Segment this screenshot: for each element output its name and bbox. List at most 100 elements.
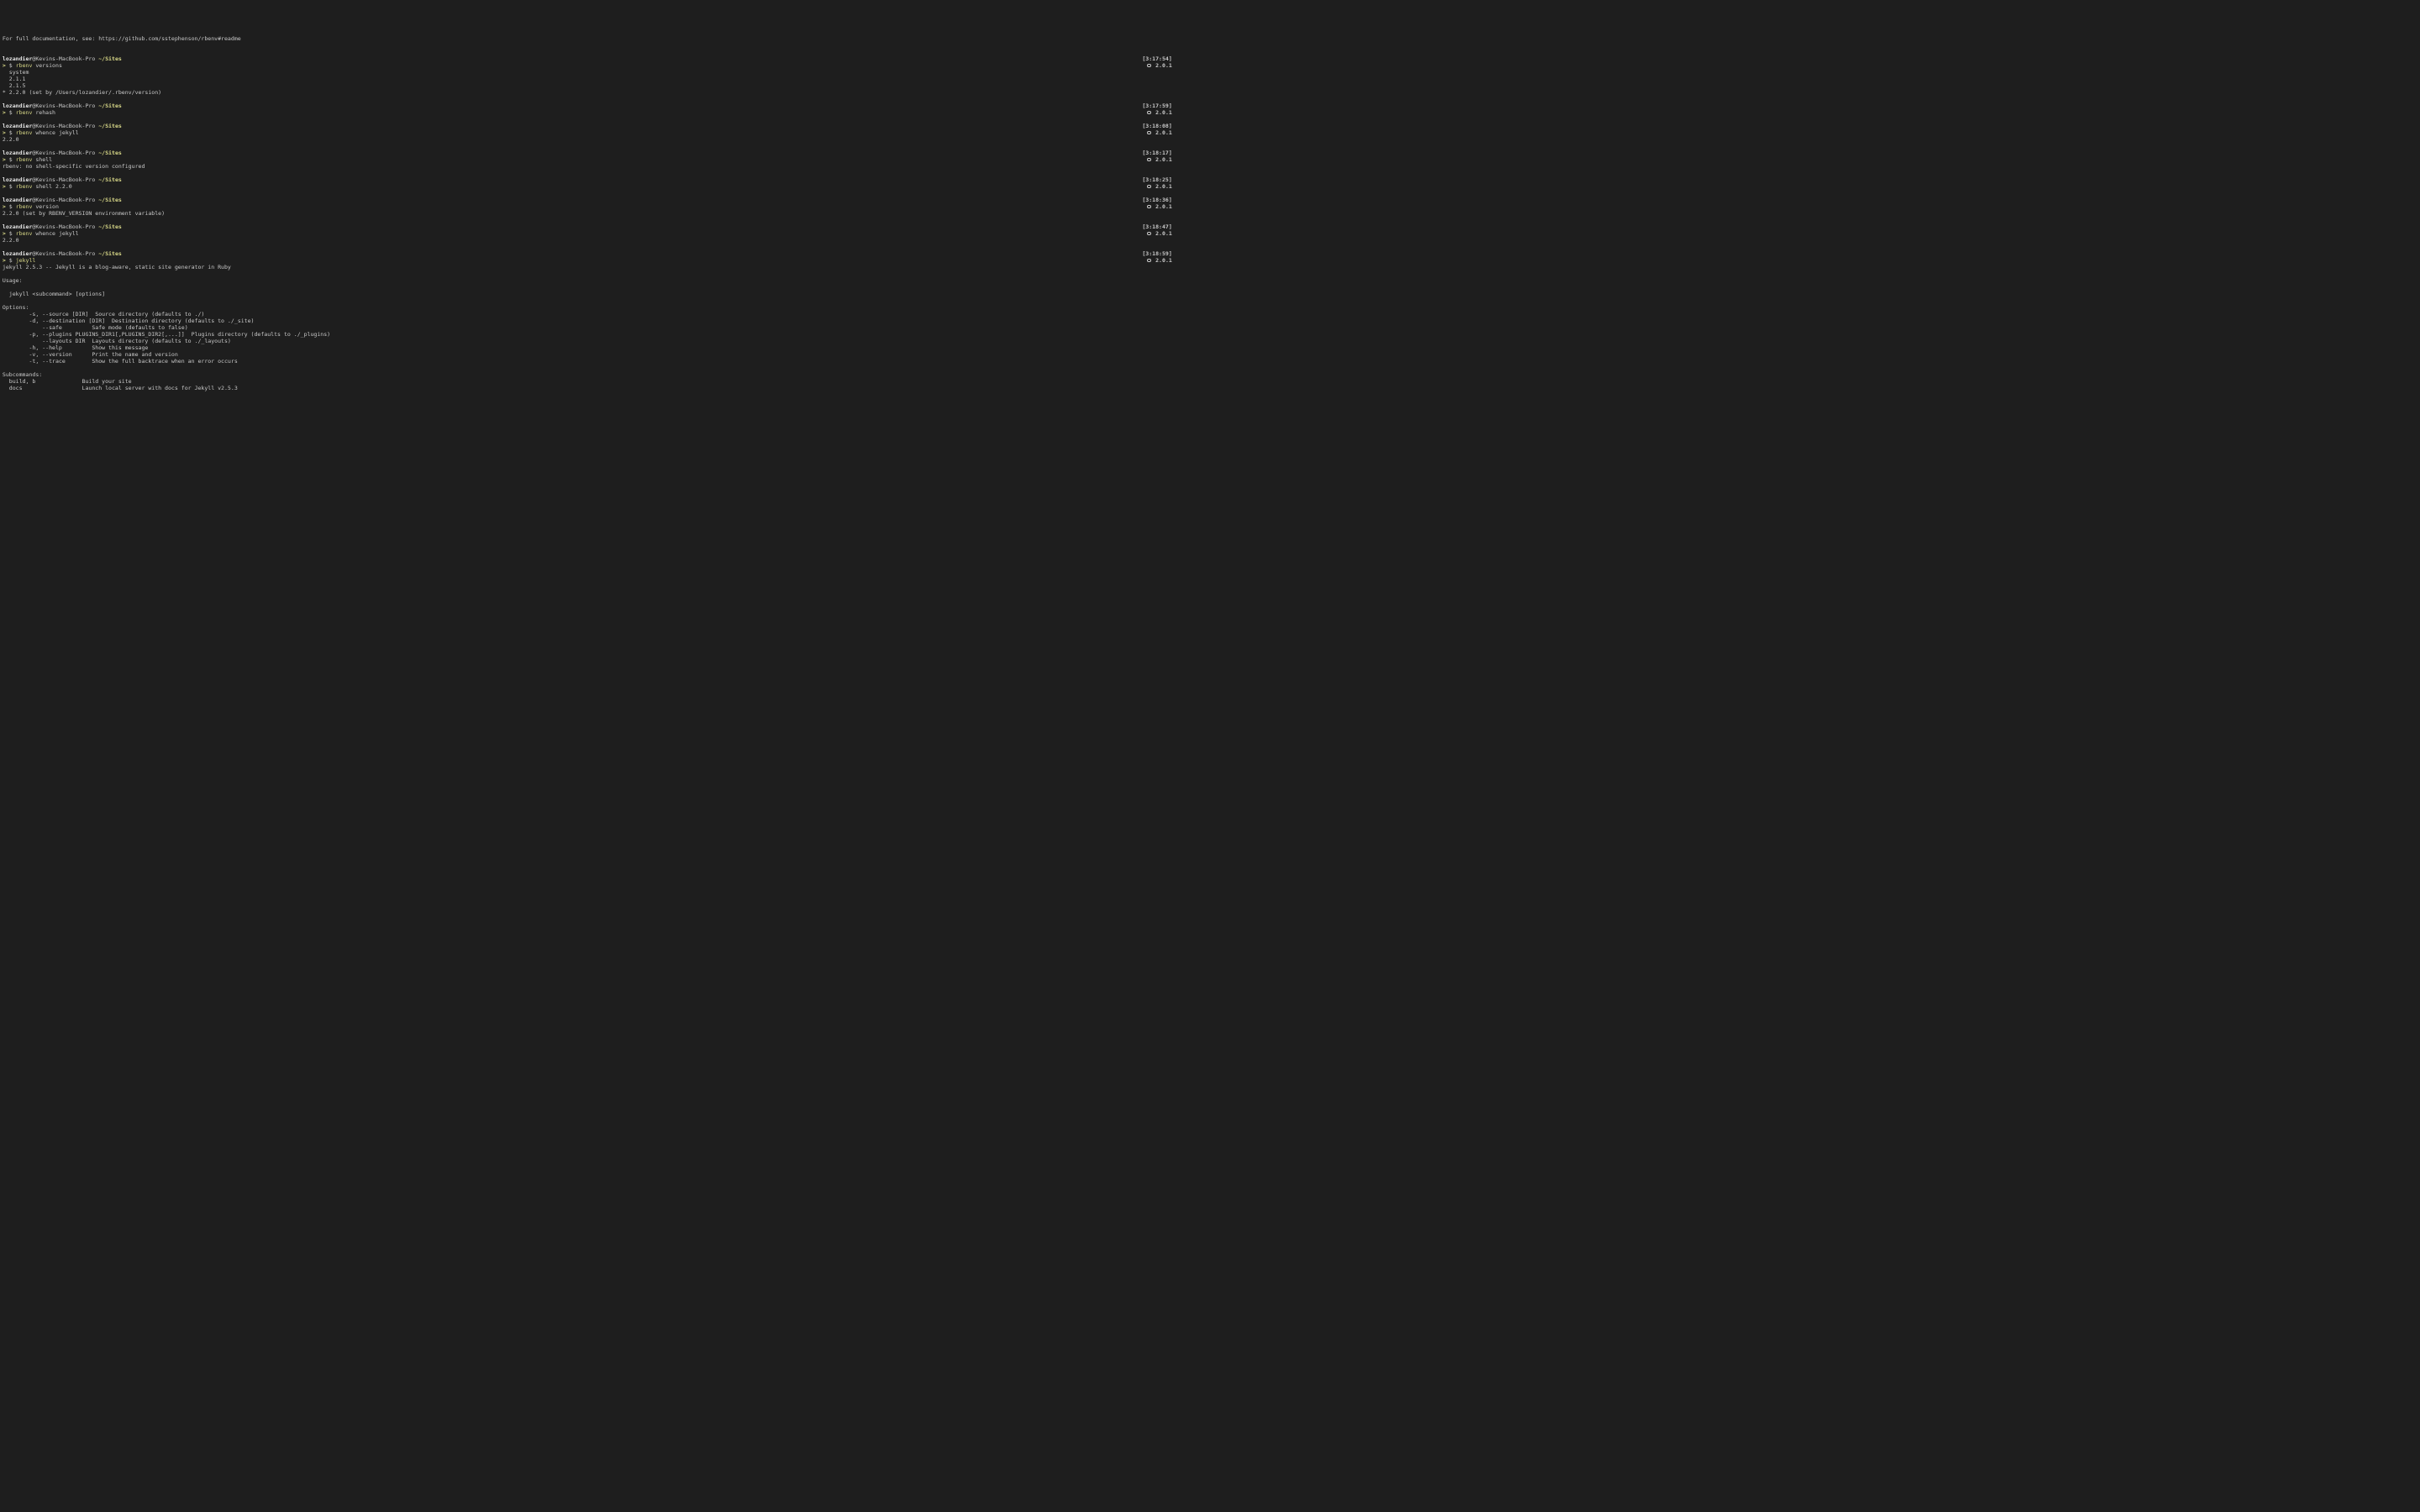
prompt-path: ~/Sites xyxy=(98,55,122,62)
prompt-line: lozandier@Kevins-MacBook-Pro ~/Sites[3:1… xyxy=(3,176,1174,183)
prompt-user: lozandier xyxy=(3,250,32,257)
prompt-host: Kevins-MacBook-Pro xyxy=(35,197,98,203)
ruby-version-indicator: 2.0.1 xyxy=(1147,156,1174,163)
prompt-dollar: $ xyxy=(9,183,16,190)
command-output: jekyll 2.5.3 -- Jekyll is a blog-aware, … xyxy=(3,264,1174,391)
prompt-dollar: $ xyxy=(9,156,16,163)
prompt-user: lozandier xyxy=(3,223,32,230)
doc-reference-line: For full documentation, see: https://git… xyxy=(3,35,1174,42)
command-args: whence jekyll xyxy=(32,230,78,237)
ruby-version-indicator: 2.0.1 xyxy=(1147,183,1174,190)
blank-line xyxy=(3,217,1174,223)
prompt-line: lozandier@Kevins-MacBook-Pro ~/Sites[3:1… xyxy=(3,123,1174,129)
command-left: > $ rbenv version xyxy=(3,203,1147,210)
prompt-host: Kevins-MacBook-Pro xyxy=(35,150,98,156)
ruby-version-text: 2.0.1 xyxy=(1152,203,1172,210)
ruby-badge-icon xyxy=(1147,111,1151,115)
prompt-line: lozandier@Kevins-MacBook-Pro ~/Sites[3:1… xyxy=(3,250,1174,257)
prompt-path: ~/Sites xyxy=(98,197,122,203)
ruby-badge-icon xyxy=(1147,205,1151,209)
command-name: rbenv xyxy=(16,62,33,69)
prompt-path: ~/Sites xyxy=(98,250,122,257)
command-args: rehash xyxy=(32,109,55,116)
prompt-user: lozandier xyxy=(3,55,32,62)
prompt-path: ~/Sites xyxy=(98,102,122,109)
command-left: > $ jekyll xyxy=(3,257,1147,264)
ruby-version-indicator: 2.0.1 xyxy=(1147,109,1174,116)
command-line[interactable]: > $ rbenv rehash 2.0.1 xyxy=(3,109,1174,116)
blank-line xyxy=(3,96,1174,102)
ruby-badge-icon xyxy=(1147,259,1151,263)
command-name: rbenv xyxy=(16,183,33,190)
ruby-version-indicator: 2.0.1 xyxy=(1147,62,1174,69)
prompt-path: ~/Sites xyxy=(98,176,122,183)
prompt-line: lozandier@Kevins-MacBook-Pro ~/Sites[3:1… xyxy=(3,223,1174,230)
prompt-arrow: > xyxy=(3,62,9,69)
prompt-host: Kevins-MacBook-Pro xyxy=(35,123,98,129)
command-line[interactable]: > $ rbenv version 2.0.1 xyxy=(3,203,1174,210)
prompt-user: lozandier xyxy=(3,176,32,183)
prompt-left: lozandier@Kevins-MacBook-Pro ~/Sites xyxy=(3,250,1142,257)
prompt-arrow: > xyxy=(3,230,9,237)
prompt-timestamp: [3:17:59] xyxy=(1142,102,1173,109)
ruby-badge-icon xyxy=(1147,131,1151,135)
blank-line xyxy=(3,143,1174,150)
ruby-badge-icon xyxy=(1147,232,1151,236)
prompt-arrow: > xyxy=(3,129,9,136)
prompt-user: lozandier xyxy=(3,102,32,109)
blank-line xyxy=(3,244,1174,250)
ruby-version-text: 2.0.1 xyxy=(1152,129,1172,136)
command-left: > $ rbenv versions xyxy=(3,62,1147,69)
command-args: shell 2.2.0 xyxy=(32,183,71,190)
prompt-dollar: $ xyxy=(9,62,16,69)
ruby-version-indicator: 2.0.1 xyxy=(1147,203,1174,210)
command-name: rbenv xyxy=(16,129,33,136)
prompt-host: Kevins-MacBook-Pro xyxy=(35,55,98,62)
command-left: > $ rbenv shell xyxy=(3,156,1147,163)
ruby-version-text: 2.0.1 xyxy=(1152,109,1172,116)
prompt-arrow: > xyxy=(3,257,9,264)
command-line[interactable]: > $ rbenv whence jekyll 2.0.1 xyxy=(3,129,1174,136)
prompt-path: ~/Sites xyxy=(98,223,122,230)
prompt-line: lozandier@Kevins-MacBook-Pro ~/Sites[3:1… xyxy=(3,150,1174,156)
prompt-user: lozandier xyxy=(3,150,32,156)
command-args: versions xyxy=(32,62,61,69)
command-line[interactable]: > $ jekyll 2.0.1 xyxy=(3,257,1174,264)
prompt-timestamp: [3:18:36] xyxy=(1142,197,1173,203)
prompt-arrow: > xyxy=(3,183,9,190)
command-line[interactable]: > $ rbenv versions 2.0.1 xyxy=(3,62,1174,69)
command-args: version xyxy=(32,203,59,210)
ruby-version-text: 2.0.1 xyxy=(1152,62,1172,69)
ruby-version-indicator: 2.0.1 xyxy=(1147,230,1174,237)
prompt-dollar: $ xyxy=(9,257,16,264)
command-args: whence jekyll xyxy=(32,129,78,136)
ruby-version-text: 2.0.1 xyxy=(1152,230,1172,237)
ruby-badge-icon xyxy=(1147,64,1151,68)
ruby-version-indicator: 2.0.1 xyxy=(1147,129,1174,136)
ruby-version-indicator: 2.0.1 xyxy=(1147,257,1174,264)
prompt-timestamp: [3:18:25] xyxy=(1142,176,1173,183)
command-line[interactable]: > $ rbenv shell 2.2.0 2.0.1 xyxy=(3,183,1174,190)
prompt-left: lozandier@Kevins-MacBook-Pro ~/Sites xyxy=(3,176,1142,183)
prompt-left: lozandier@Kevins-MacBook-Pro ~/Sites xyxy=(3,223,1142,230)
ruby-badge-icon xyxy=(1147,158,1151,162)
prompt-arrow: > xyxy=(3,109,9,116)
command-left: > $ rbenv whence jekyll xyxy=(3,230,1147,237)
command-output: system 2.1.1 2.1.5 * 2.2.0 (set by /User… xyxy=(3,69,1174,96)
prompt-arrow: > xyxy=(3,203,9,210)
ruby-badge-icon xyxy=(1147,185,1151,189)
prompt-left: lozandier@Kevins-MacBook-Pro ~/Sites xyxy=(3,123,1142,129)
prompt-host: Kevins-MacBook-Pro xyxy=(35,102,98,109)
prompt-host: Kevins-MacBook-Pro xyxy=(35,176,98,183)
blank-line xyxy=(3,49,1174,55)
prompt-timestamp: [3:18:59] xyxy=(1142,250,1173,257)
prompt-dollar: $ xyxy=(9,203,16,210)
command-name: jekyll xyxy=(16,257,36,264)
command-left: > $ rbenv whence jekyll xyxy=(3,129,1147,136)
command-line[interactable]: > $ rbenv whence jekyll 2.0.1 xyxy=(3,230,1174,237)
command-line[interactable]: > $ rbenv shell 2.0.1 xyxy=(3,156,1174,163)
command-name: rbenv xyxy=(16,230,33,237)
ruby-version-text: 2.0.1 xyxy=(1152,257,1172,264)
prompt-user: lozandier xyxy=(3,197,32,203)
prompt-left: lozandier@Kevins-MacBook-Pro ~/Sites xyxy=(3,55,1142,62)
